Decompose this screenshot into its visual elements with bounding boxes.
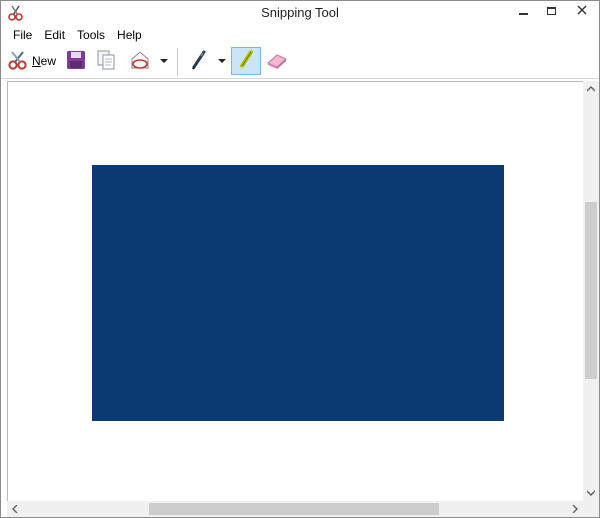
minimize-button[interactable] <box>509 1 537 21</box>
maximize-button[interactable] <box>537 1 565 21</box>
vertical-scrollbar[interactable] <box>583 81 599 501</box>
highlighter-button[interactable] <box>231 47 261 75</box>
menu-bar: File Edit Tools Help <box>1 25 599 44</box>
minimize-icon <box>518 13 528 15</box>
menu-tools[interactable]: Tools <box>71 26 111 44</box>
title-bar: Snipping Tool <box>1 1 599 25</box>
close-icon <box>577 4 587 18</box>
send-snip-icon <box>127 49 153 74</box>
new-snip-button[interactable]: New <box>7 47 59 75</box>
new-snip-label: New <box>32 54 57 68</box>
chevron-right-icon <box>572 505 578 513</box>
highlighter-icon <box>235 49 257 74</box>
eraser-button[interactable] <box>263 47 291 75</box>
scissors-icon <box>7 49 29 74</box>
horizontal-scrollbar[interactable] <box>7 501 583 517</box>
chevron-up-icon <box>587 86 595 92</box>
pen-button[interactable] <box>185 47 213 75</box>
horizontal-scroll-thumb[interactable] <box>149 503 439 515</box>
copy-button[interactable] <box>93 47 119 75</box>
close-button[interactable] <box>565 1 599 21</box>
eraser-icon <box>265 49 289 74</box>
send-snip-dropdown[interactable] <box>157 47 171 75</box>
chevron-down-icon <box>587 490 595 496</box>
scroll-up-button[interactable] <box>583 81 599 97</box>
captured-snip-image <box>92 165 504 421</box>
pen-icon <box>188 49 210 74</box>
scroll-down-button[interactable] <box>583 485 599 501</box>
copy-icon <box>96 49 116 74</box>
menu-help[interactable]: Help <box>111 26 148 44</box>
scroll-right-button[interactable] <box>567 501 583 517</box>
floppy-disk-icon <box>65 49 87 74</box>
toolbar: New <box>1 44 599 79</box>
chevron-down-icon <box>160 59 168 63</box>
maximize-icon <box>546 7 556 15</box>
scroll-left-button[interactable] <box>7 501 23 517</box>
send-snip-button[interactable] <box>125 47 155 75</box>
save-button[interactable] <box>63 47 89 75</box>
vertical-scroll-thumb[interactable] <box>585 202 597 379</box>
pen-dropdown[interactable] <box>215 47 229 75</box>
menu-edit[interactable]: Edit <box>38 26 71 44</box>
scrollbar-corner <box>583 501 599 517</box>
snipping-tool-window: Snipping Tool File Edit Tools Help New <box>0 0 600 518</box>
chevron-left-icon <box>12 505 18 513</box>
toolbar-separator <box>177 48 178 76</box>
menu-file[interactable]: File <box>7 26 38 44</box>
chevron-down-icon <box>218 59 226 63</box>
snip-canvas[interactable] <box>7 81 583 501</box>
